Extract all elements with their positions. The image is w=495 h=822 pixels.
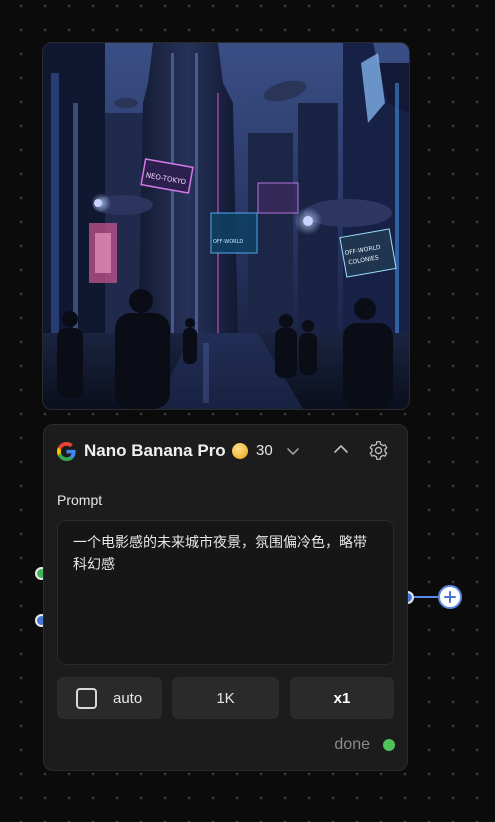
count-button[interactable]: x1 bbox=[290, 677, 394, 719]
status-indicator bbox=[383, 739, 395, 751]
chevron-down-icon[interactable] bbox=[284, 441, 302, 461]
plus-icon bbox=[444, 591, 456, 603]
auto-toggle[interactable]: auto bbox=[57, 677, 162, 719]
sign-cybernetics: OFF-WORLD bbox=[213, 239, 243, 245]
gear-icon[interactable] bbox=[368, 440, 389, 461]
output-connector-line bbox=[414, 596, 440, 598]
model-name: Nano Banana Pro bbox=[84, 441, 226, 460]
add-node-button[interactable] bbox=[438, 585, 462, 609]
chevron-up-icon[interactable] bbox=[331, 440, 351, 460]
google-g-icon bbox=[57, 442, 76, 461]
prompt-input[interactable]: 一个电影感的未来城市夜景，氛围偏冷色，略带科幻感 bbox=[57, 520, 394, 665]
credit-count: 30 bbox=[256, 442, 273, 459]
generated-image[interactable]: NEO-TOKYO OFF-WORLD OFF-WORLD COLONIES bbox=[42, 42, 410, 410]
node-header: Nano Banana Pro 30 bbox=[44, 425, 407, 477]
resolution-button[interactable]: 1K bbox=[172, 677, 279, 719]
auto-checkbox[interactable] bbox=[76, 687, 97, 709]
generation-node: Nano Banana Pro 30 Prompt 一个电影感的未来城市夜景，氛… bbox=[43, 424, 408, 771]
status-text: done bbox=[334, 736, 370, 753]
coin-icon bbox=[232, 443, 248, 459]
auto-label: auto bbox=[113, 689, 143, 707]
prompt-label: Prompt bbox=[57, 492, 103, 508]
cyberpunk-city-image: NEO-TOKYO OFF-WORLD OFF-WORLD COLONIES bbox=[43, 43, 409, 409]
